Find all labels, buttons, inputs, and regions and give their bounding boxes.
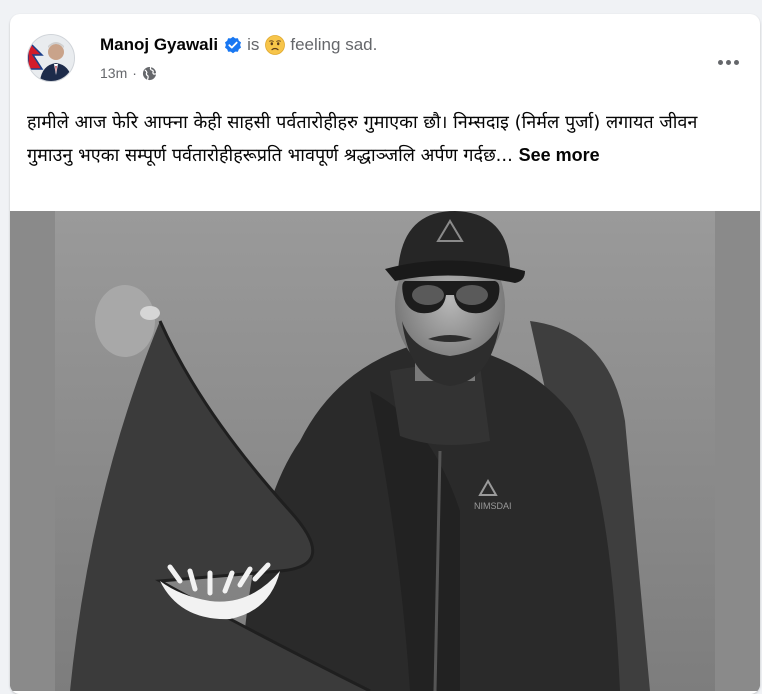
post-meta: 13m · bbox=[100, 65, 157, 81]
author-avatar[interactable] bbox=[27, 34, 75, 82]
see-more-link[interactable]: See more bbox=[519, 145, 600, 165]
meta-separator: · bbox=[132, 65, 137, 81]
author-name[interactable]: Manoj Gyawali bbox=[100, 35, 218, 55]
more-dot-icon bbox=[717, 59, 723, 65]
globe-icon[interactable] bbox=[142, 66, 157, 81]
post-card: Manoj Gyawali is feeling sad. 13m · हामी… bbox=[10, 14, 760, 694]
jacket-logo-text: NIMSDAI bbox=[474, 501, 512, 511]
sad-face-emoji-icon bbox=[265, 35, 286, 55]
is-text: is bbox=[247, 35, 260, 54]
more-options-button[interactable] bbox=[710, 44, 746, 80]
post-header: Manoj Gyawali is feeling sad. 13m · bbox=[10, 14, 760, 94]
author-line: Manoj Gyawali is feeling sad. bbox=[100, 35, 377, 55]
post-timestamp[interactable]: 13m bbox=[100, 65, 127, 81]
feeling-text[interactable]: feeling sad. bbox=[290, 35, 377, 55]
post-photo[interactable]: NIMSDAI bbox=[10, 211, 760, 691]
verified-badge-icon bbox=[224, 36, 242, 54]
more-dot-icon bbox=[725, 59, 731, 65]
more-dot-icon bbox=[733, 59, 739, 65]
post-body: हामीले आज फेरि आफ्ना केही साहसी पर्वतारो… bbox=[27, 107, 747, 172]
